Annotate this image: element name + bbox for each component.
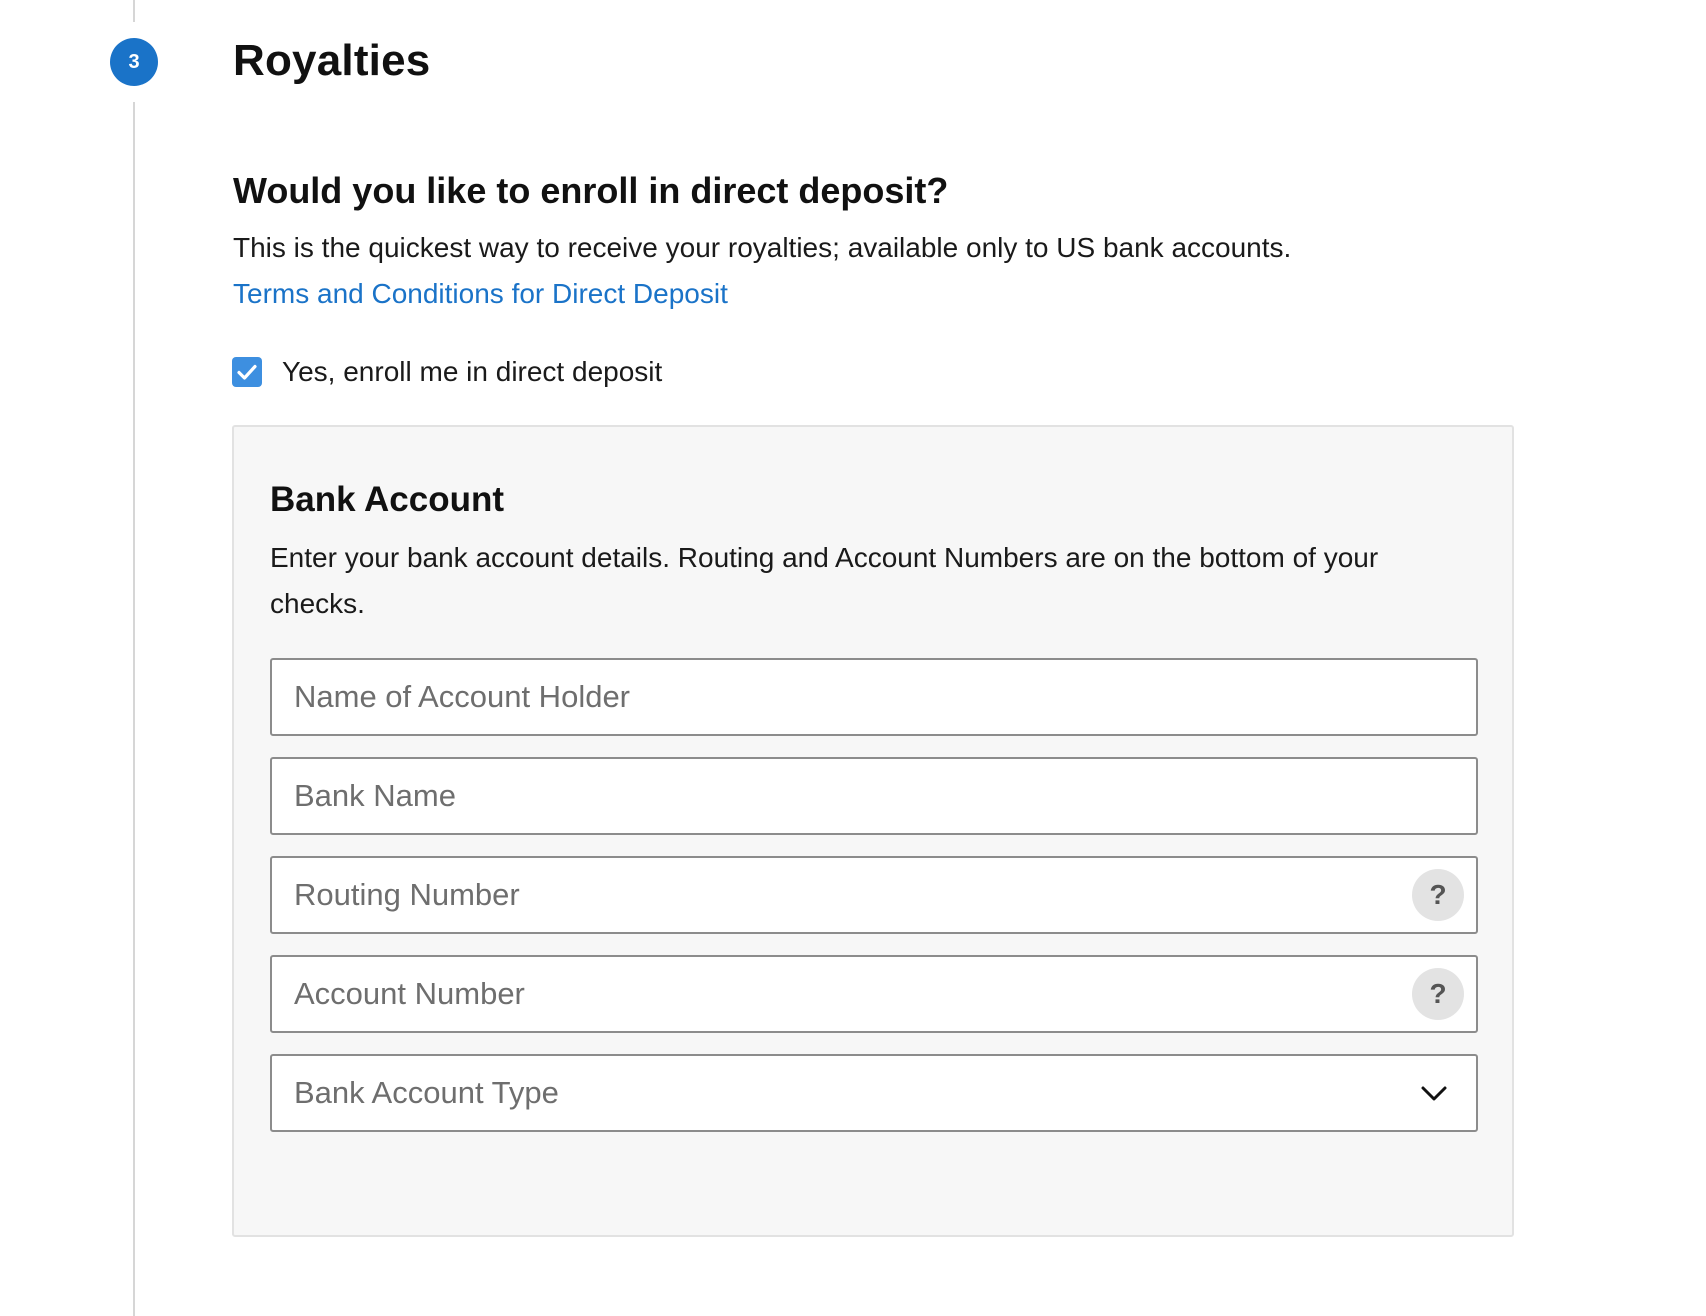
enroll-checkbox-label: Yes, enroll me in direct deposit bbox=[282, 356, 663, 387]
step-connector-top bbox=[133, 0, 135, 22]
enroll-checkbox-row[interactable]: Yes, enroll me in direct deposit bbox=[232, 352, 662, 392]
chevron-down-icon bbox=[1418, 1077, 1450, 1109]
checkmark-icon bbox=[237, 364, 257, 380]
enroll-checkbox[interactable] bbox=[232, 357, 262, 387]
step-number-badge: 3 bbox=[110, 38, 158, 86]
step-connector-bottom bbox=[133, 102, 135, 1316]
bank-account-panel: Bank Account Enter your bank account det… bbox=[232, 425, 1514, 1237]
bank-account-type-select[interactable]: Bank Account Type bbox=[270, 1054, 1478, 1132]
account-number-help-icon[interactable]: ? bbox=[1412, 968, 1464, 1020]
account-number-input[interactable] bbox=[272, 957, 1412, 1031]
routing-number-field: ? bbox=[270, 856, 1478, 934]
bank-account-title: Bank Account bbox=[270, 480, 505, 519]
bank-account-description: Enter your bank account details. Routing… bbox=[270, 542, 1379, 619]
account-holder-input[interactable] bbox=[272, 660, 1476, 734]
routing-number-input[interactable] bbox=[272, 858, 1412, 932]
routing-number-help-icon[interactable]: ? bbox=[1412, 869, 1464, 921]
account-holder-field bbox=[270, 658, 1478, 736]
bank-account-type-value: Bank Account Type bbox=[294, 1075, 559, 1110]
terms-and-conditions-link[interactable]: Terms and Conditions for Direct Deposit bbox=[233, 274, 728, 314]
direct-deposit-question: Would you like to enroll in direct depos… bbox=[233, 170, 949, 211]
bank-name-field bbox=[270, 757, 1478, 835]
section-title: Royalties bbox=[233, 36, 431, 85]
bank-name-input[interactable] bbox=[272, 759, 1476, 833]
direct-deposit-description: This is the quickest way to receive your… bbox=[233, 232, 1292, 263]
account-number-field: ? bbox=[270, 955, 1478, 1033]
